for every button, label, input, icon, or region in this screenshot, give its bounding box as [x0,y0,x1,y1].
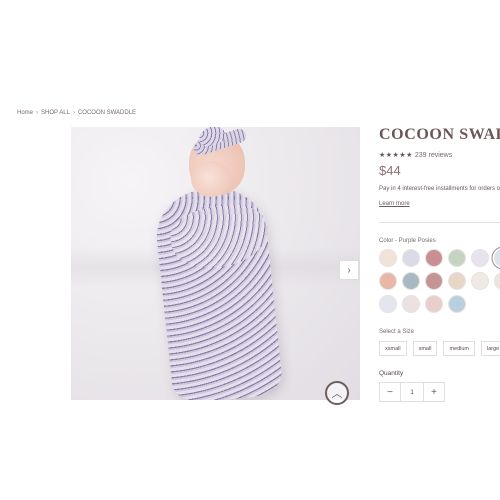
quantity-decrease-button[interactable]: − [379,382,401,402]
size-small-button[interactable]: small [412,341,438,356]
color-swatch[interactable] [494,249,500,267]
color-swatch[interactable] [402,249,420,267]
learn-more-link[interactable]: Learn more [379,201,410,207]
color-swatch[interactable] [448,249,466,267]
color-swatch[interactable] [379,249,397,267]
star-rating-icon: ★★★★★ [379,152,413,159]
product-details: COCOON SWADDLE ★★★★★ 239 reviews $44 Pay… [379,126,500,402]
color-swatch[interactable] [471,249,489,267]
breadcrumb-shop-all[interactable]: SHOP ALL [41,110,70,116]
scroll-to-top-button[interactable]: ︿ [325,381,349,405]
color-swatch[interactable] [448,295,466,313]
color-swatch[interactable] [471,272,489,290]
gallery-next-button[interactable]: › [339,260,359,280]
breadcrumb-home[interactable]: Home [17,110,33,116]
color-swatch[interactable] [379,295,397,313]
product-rating[interactable]: ★★★★★ 239 reviews [379,151,500,160]
product-image-gallery[interactable] [71,127,360,400]
breadcrumb-separator: › [36,110,39,116]
product-title: COCOON SWADDLE [379,126,500,143]
breadcrumb-current: COCOON SWADDLE [77,110,137,116]
breadcrumb: Home › SHOP ALL › COCOON SWADDLE [17,110,136,116]
chevron-up-icon: ︿ [331,388,343,400]
product-price: $44 [379,163,401,178]
size-xsmall-button[interactable]: xsmall [379,341,407,356]
size-large-button[interactable]: large [481,341,500,356]
installments-text: Pay in 4 interest-free installments for … [379,186,500,192]
quantity-input[interactable]: 1 [401,382,423,402]
color-label: Color - Purple Posies [379,238,436,244]
color-swatch[interactable] [402,295,420,313]
quantity-label: Quantity [379,370,404,377]
quantity-stepper: − 1 + [379,382,500,402]
review-count[interactable]: 239 reviews [415,152,452,159]
color-swatch[interactable] [402,272,420,290]
color-swatches [379,249,500,313]
size-label: Select a Size [379,329,415,335]
color-swatch[interactable] [425,295,443,313]
color-swatch[interactable] [494,272,500,290]
divider [379,222,500,223]
chevron-right-icon: › [347,264,351,276]
color-swatch[interactable] [425,249,443,267]
quantity-increase-button[interactable]: + [423,382,445,402]
size-options: xsmall small medium large [379,341,500,356]
color-swatch[interactable] [448,272,466,290]
breadcrumb-separator: › [72,110,75,116]
size-medium-button[interactable]: medium [443,341,475,356]
color-swatch[interactable] [379,272,397,290]
baby-face [191,161,231,197]
color-swatch[interactable] [425,272,443,290]
